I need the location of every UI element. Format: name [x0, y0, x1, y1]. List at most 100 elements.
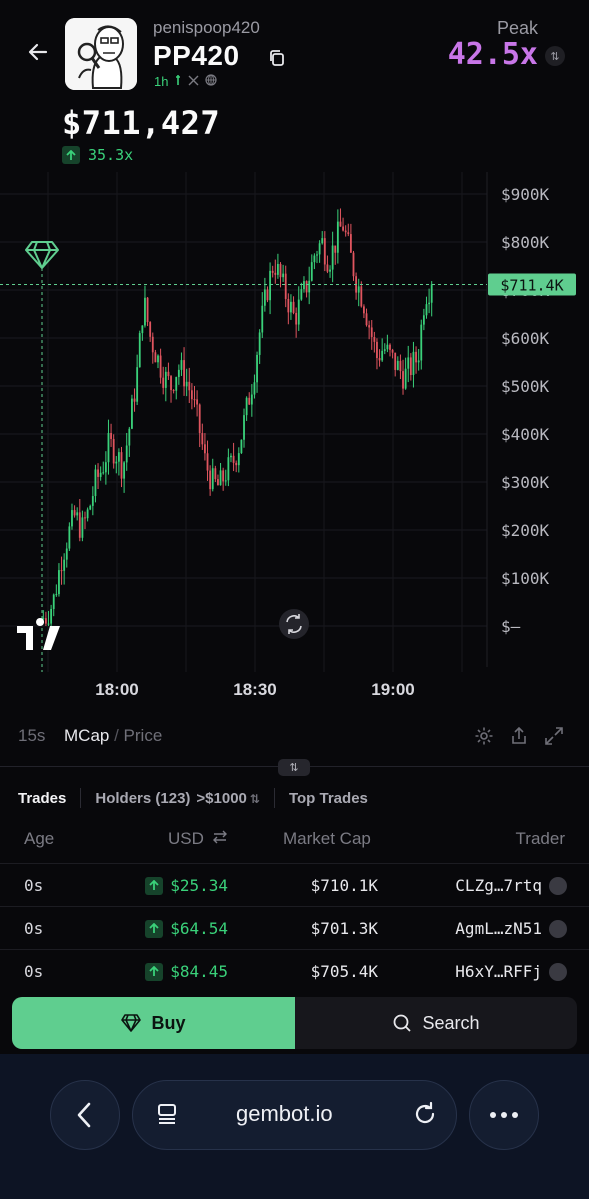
candle-body: [420, 324, 423, 361]
expand-icon[interactable]: [543, 725, 565, 747]
buy-button[interactable]: Buy: [12, 997, 295, 1049]
meme-face-icon: [65, 18, 137, 90]
candle-body: [303, 281, 305, 290]
tab-trades[interactable]: Trades: [18, 790, 66, 807]
trade-mcap: $705.4K: [310, 962, 378, 981]
holders-filter[interactable]: >$1000 ⇅: [196, 790, 260, 807]
candle-body: [308, 280, 311, 293]
share-icon[interactable]: [508, 725, 530, 747]
candle-body: [274, 272, 277, 275]
candle-body: [196, 399, 199, 405]
candle-body: [360, 286, 363, 307]
candle-body: [172, 390, 175, 392]
candle-body: [331, 245, 334, 270]
chart-reset-button: [279, 609, 309, 639]
candle-body: [217, 479, 219, 486]
swap-toggle-icon[interactable]: ⇅: [545, 46, 565, 66]
candle-body: [428, 302, 431, 305]
candle-body: [336, 221, 339, 253]
candle-body: [378, 358, 381, 361]
x-tick-label: 18:00: [95, 680, 138, 699]
x-tick-label: 19:00: [371, 680, 414, 699]
candle-body: [164, 371, 167, 388]
mode-price[interactable]: Price: [124, 726, 163, 745]
wallet-icon[interactable]: [549, 877, 567, 895]
resize-handle-icon[interactable]: ⇅: [278, 759, 310, 776]
candle-body: [292, 301, 295, 313]
gem-icon: [121, 1014, 142, 1032]
market-cap-value: $711,427: [62, 104, 221, 142]
trade-mcap: $710.1K: [310, 876, 378, 895]
y-tick-label: $500K: [501, 377, 550, 396]
candle-body: [227, 457, 230, 481]
search-icon: [394, 1014, 412, 1032]
col-age: Age: [24, 829, 55, 848]
candle-body: [47, 623, 50, 625]
candle-body: [396, 360, 399, 370]
candle-body: [368, 325, 371, 328]
mode-mcap[interactable]: MCap: [64, 726, 109, 745]
candle-body: [263, 289, 266, 306]
price-chart[interactable]: $900K$800K$700K$600K$500K$400K$300K$200K…: [0, 172, 589, 712]
candle-body: [404, 368, 407, 389]
candle-body: [68, 526, 71, 549]
x-social-icon[interactable]: [188, 74, 199, 89]
y-tick-label: $400K: [501, 425, 550, 444]
chart-mode-toggle[interactable]: MCap / Price: [64, 726, 162, 746]
trader-address[interactable]: H6xY…RFFj: [455, 962, 542, 981]
globe-icon[interactable]: [205, 74, 218, 89]
tab-bar: Trades Holders (123) >$1000 ⇅ Top Trades: [18, 788, 368, 808]
candle-body: [81, 517, 84, 538]
trader-address[interactable]: AgmL…zN51: [455, 919, 542, 938]
candle-body: [248, 397, 251, 405]
candle-body: [180, 360, 183, 370]
candle-body: [237, 453, 240, 466]
search-button[interactable]: Search: [295, 997, 577, 1049]
tab-holders[interactable]: Holders (123): [95, 790, 190, 807]
col-trader: Trader: [515, 829, 565, 848]
candle-body: [290, 301, 292, 313]
table-row[interactable]: 0s $25.34 $710.1K CLZg…7rtq: [0, 863, 589, 906]
url-text[interactable]: gembot.io: [236, 1101, 333, 1127]
reload-icon[interactable]: [412, 1101, 438, 1132]
candle-body: [412, 351, 415, 375]
action-bar: Buy Search: [12, 997, 577, 1049]
candle-body: [245, 397, 248, 416]
candle-body: [60, 570, 63, 572]
browser-back-button[interactable]: [50, 1080, 120, 1150]
candle-body: [146, 297, 149, 323]
candle-body: [110, 432, 112, 439]
candle-body: [349, 234, 352, 253]
candle-body: [240, 439, 243, 454]
more-options-button[interactable]: [469, 1080, 539, 1150]
copy-icon[interactable]: [268, 49, 286, 67]
current-price-label: $711.4K: [500, 277, 563, 295]
trader-address[interactable]: CLZg…7rtq: [455, 876, 542, 895]
candle-body: [316, 254, 318, 256]
candle-body: [357, 286, 360, 293]
arrow-up-icon: [62, 146, 80, 164]
candle-body: [63, 559, 66, 571]
candle-body: [65, 548, 68, 560]
candle-body: [243, 415, 245, 440]
candle-body: [144, 297, 146, 326]
creator-name[interactable]: penispoop420: [153, 18, 260, 38]
back-button[interactable]: [24, 38, 52, 66]
candle-body: [282, 273, 285, 278]
candle-body: [73, 510, 76, 516]
candle-body: [394, 352, 397, 370]
wallet-icon[interactable]: [549, 963, 567, 981]
candle-body: [386, 344, 389, 350]
candle-body: [305, 281, 308, 293]
table-row[interactable]: 0s $64.54 $701.3K AgmL…zN51: [0, 906, 589, 949]
col-usd[interactable]: USD: [168, 829, 228, 849]
wallet-icon[interactable]: [549, 920, 567, 938]
table-row[interactable]: 0s $84.45 $705.4K H6xY…RFFj: [0, 949, 589, 992]
trade-mcap: $701.3K: [310, 919, 378, 938]
tab-top-trades[interactable]: Top Trades: [289, 790, 368, 807]
timeframe-selector[interactable]: 15s: [18, 726, 45, 746]
swap-currency-icon[interactable]: [212, 829, 228, 849]
settings-gear-icon[interactable]: [473, 725, 495, 747]
candle-body: [162, 377, 165, 388]
tabs-icon[interactable]: [156, 1102, 180, 1131]
